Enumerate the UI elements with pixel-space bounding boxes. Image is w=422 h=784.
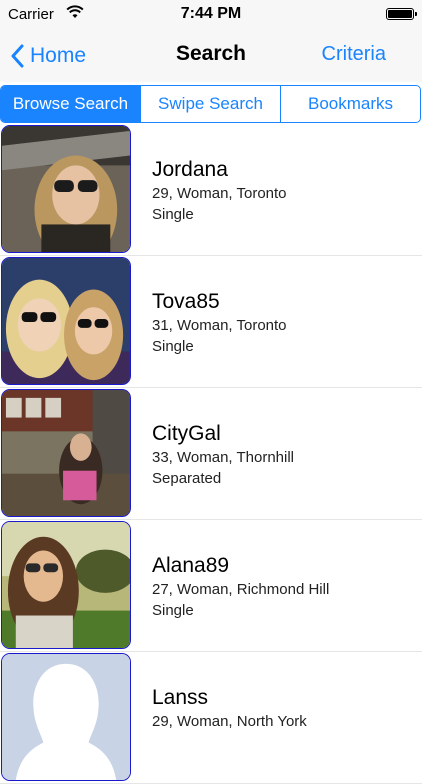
profile-status: Single: [152, 206, 194, 223]
profile-details: 31, Woman, Toronto: [152, 317, 287, 334]
tab-swipe-search[interactable]: Swipe Search: [140, 86, 280, 122]
profile-info: Lanss 29, Woman, North York: [152, 685, 307, 732]
profile-info: CityGal 33, Woman, Thornhill Separated: [152, 421, 294, 489]
tab-bookmarks[interactable]: Bookmarks: [280, 86, 420, 122]
profile-info: Jordana 29, Woman, Toronto Single: [152, 157, 287, 225]
status-bar: Carrier 7:44 PM: [0, 0, 422, 30]
profile-name: Jordana: [152, 158, 228, 181]
profile-row[interactable]: Lanss 29, Woman, North York: [0, 652, 422, 784]
profile-list: Jordana 29, Woman, Toronto Single Tova85…: [0, 124, 422, 784]
criteria-button[interactable]: Criteria: [322, 43, 386, 66]
profile-name: Lanss: [152, 686, 209, 709]
profile-row[interactable]: Jordana 29, Woman, Toronto Single: [0, 124, 422, 256]
status-time: 7:44 PM: [180, 5, 242, 22]
profile-details: 29, Woman, North York: [152, 713, 307, 730]
tab-browse-search[interactable]: Browse Search: [1, 86, 140, 122]
profile-info: Alana89 27, Woman, Richmond Hill Single: [152, 553, 329, 621]
profile-details: 27, Woman, Richmond Hill: [152, 581, 330, 598]
search-mode-segmented-control: Browse Search Swipe Search Bookmarks: [0, 85, 421, 123]
profile-status: Single: [152, 338, 194, 355]
profile-photo[interactable]: [1, 257, 131, 385]
profile-row[interactable]: Tova85 31, Woman, Toronto Single: [0, 256, 422, 388]
profile-details: 33, Woman, Thornhill: [152, 449, 295, 466]
profile-row[interactable]: CityGal 33, Woman, Thornhill Separated: [0, 388, 422, 520]
profile-name: Alana89: [152, 554, 230, 577]
battery-icon: [386, 8, 417, 20]
navigation-bar: Home Search Criteria: [0, 30, 422, 82]
profile-row[interactable]: Alana89 27, Woman, Richmond Hill Single: [0, 520, 422, 652]
profile-name: CityGal: [152, 422, 221, 445]
profile-info: Tova85 31, Woman, Toronto Single: [152, 289, 287, 357]
profile-photo[interactable]: [1, 389, 131, 517]
profile-status: Separated: [152, 470, 222, 487]
profile-photo[interactable]: [1, 653, 131, 781]
profile-photo[interactable]: [1, 125, 131, 253]
profile-name: Tova85: [152, 290, 220, 313]
profile-status: Single: [152, 602, 194, 619]
profile-details: 29, Woman, Toronto: [152, 185, 287, 202]
profile-photo[interactable]: [1, 521, 131, 649]
